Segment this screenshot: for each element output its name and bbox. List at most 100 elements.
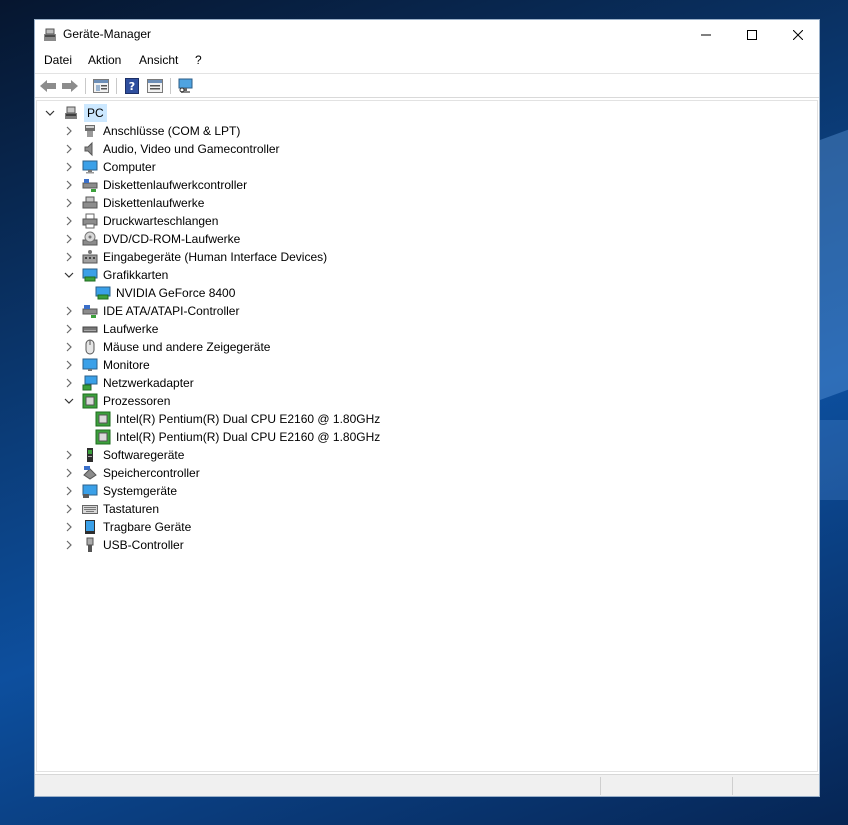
tree-category-row[interactable]: Laufwerke — [63, 320, 158, 338]
ide-controller-icon — [82, 303, 98, 319]
tree-item-label: Diskettenlaufwerke — [103, 196, 205, 210]
monitor-scan-icon — [178, 78, 193, 93]
tree-category-row[interactable]: Monitore — [63, 356, 150, 374]
chevron-down-icon[interactable] — [63, 392, 75, 410]
chevron-right-icon[interactable] — [63, 212, 75, 230]
tree-category-row[interactable]: USB-Controller — [63, 536, 184, 554]
chevron-right-icon[interactable] — [63, 536, 75, 554]
computer-icon — [82, 159, 98, 175]
chevron-right-icon[interactable] — [63, 464, 75, 482]
back-icon — [40, 80, 56, 92]
system-device-icon — [82, 483, 98, 499]
hid-icon — [82, 249, 98, 265]
show-view-button[interactable] — [145, 77, 165, 95]
tree-item-label: Druckwarteschlangen — [103, 214, 219, 228]
chevron-right-icon[interactable] — [63, 122, 75, 140]
menu-datei[interactable]: Datei — [44, 53, 72, 67]
chevron-right-icon[interactable] — [63, 320, 75, 338]
chevron-right-icon[interactable] — [63, 140, 75, 158]
scan-hardware-button[interactable] — [176, 77, 196, 95]
chevron-right-icon[interactable] — [63, 194, 75, 212]
tree-category-row[interactable]: Audio, Video und Gamecontroller — [63, 140, 280, 158]
tree-category-row[interactable]: Mäuse und andere Zeigegeräte — [63, 338, 270, 356]
tree-category-row[interactable]: Anschlüsse (COM & LPT) — [63, 122, 240, 140]
properties-button[interactable] — [91, 77, 111, 95]
forward-button[interactable] — [60, 77, 80, 95]
display-adapter-icon — [95, 285, 111, 301]
toolbar-separator — [170, 78, 171, 94]
tree-item-label: Speichercontroller — [103, 466, 200, 480]
tree-category-row[interactable]: Diskettenlaufwerke — [63, 194, 204, 212]
mouse-icon — [82, 339, 98, 355]
storage-controller-icon — [82, 465, 98, 481]
processor-icon — [95, 429, 111, 445]
close-button[interactable] — [775, 20, 821, 49]
tree-item-label: Laufwerke — [103, 322, 159, 336]
software-device-icon — [82, 447, 98, 463]
tree-category-row[interactable]: Tragbare Geräte — [63, 518, 191, 536]
chevron-right-icon[interactable] — [63, 446, 75, 464]
monitor-icon — [82, 357, 98, 373]
tree-category-row[interactable]: Systemgeräte — [63, 482, 177, 500]
chevron-down-icon[interactable] — [44, 104, 56, 122]
maximize-button[interactable] — [729, 20, 775, 49]
tree-category-row[interactable]: IDE ATA/ATAPI-Controller — [63, 302, 239, 320]
chevron-right-icon[interactable] — [63, 158, 75, 176]
tree-category-row[interactable]: Druckwarteschlangen — [63, 212, 218, 230]
port-icon — [82, 123, 98, 139]
keyboard-icon — [82, 501, 98, 517]
back-button[interactable] — [38, 77, 58, 95]
tree-category-row[interactable]: Diskettenlaufwerkcontroller — [63, 176, 247, 194]
device-manager-icon — [42, 27, 58, 43]
minimize-button[interactable] — [683, 20, 729, 49]
chevron-right-icon[interactable] — [63, 302, 75, 320]
chevron-right-icon[interactable] — [63, 500, 75, 518]
tree-item-label: Anschlüsse (COM & LPT) — [103, 124, 241, 138]
chevron-right-icon[interactable] — [63, 230, 75, 248]
tree-item-label: Softwaregeräte — [103, 448, 185, 462]
tree-category-row[interactable]: DVD/CD-ROM-Laufwerke — [63, 230, 240, 248]
menu-aktion[interactable]: Aktion — [88, 53, 121, 67]
tree-item-label: Mäuse und andere Zeigegeräte — [103, 340, 271, 354]
show-view-icon — [147, 79, 163, 93]
tree-device-row[interactable]: Intel(R) Pentium(R) Dual CPU E2160 @ 1.8… — [95, 428, 380, 446]
chevron-right-icon[interactable] — [63, 482, 75, 500]
chevron-right-icon[interactable] — [63, 374, 75, 392]
tree-category-row[interactable]: Eingabegeräte (Human Interface Devices) — [63, 248, 327, 266]
tree-root-pc[interactable]: PC — [44, 104, 107, 122]
close-icon — [793, 29, 803, 40]
title-bar[interactable]: Geräte-Manager — [35, 20, 819, 49]
tree-category-row[interactable]: Prozessoren — [63, 392, 170, 410]
chevron-right-icon[interactable] — [63, 338, 75, 356]
menu-ansicht[interactable]: Ansicht — [139, 53, 178, 67]
chevron-down-icon[interactable] — [63, 266, 75, 284]
tree-category-row[interactable]: Grafikkarten — [63, 266, 168, 284]
floppy-controller-icon — [82, 177, 98, 193]
tree-category-row[interactable]: Computer — [63, 158, 156, 176]
chevron-right-icon[interactable] — [63, 356, 75, 374]
device-tree[interactable]: PC Anschlüsse (COM & LPT) Audio, Video und… — [36, 100, 818, 772]
display-adapter-icon — [82, 267, 98, 283]
tree-item-label: PC — [84, 104, 107, 122]
maximize-icon — [747, 29, 757, 40]
chevron-right-icon[interactable] — [63, 248, 75, 266]
help-button[interactable]: ? — [122, 77, 142, 95]
tree-category-row[interactable]: Speichercontroller — [63, 464, 200, 482]
menu-help[interactable]: ? — [195, 53, 202, 67]
chevron-right-icon[interactable] — [63, 176, 75, 194]
desktop-light-ray — [820, 118, 848, 400]
status-bar — [35, 774, 819, 796]
tree-category-row[interactable]: Tastaturen — [63, 500, 159, 518]
status-separator — [600, 777, 601, 795]
tree-item-label: Tastaturen — [103, 502, 160, 516]
chevron-right-icon[interactable] — [63, 518, 75, 536]
printer-icon — [82, 213, 98, 229]
tree-category-row[interactable]: Softwaregeräte — [63, 446, 184, 464]
disk-drive-icon — [82, 321, 98, 337]
help-icon: ? — [125, 78, 139, 94]
tree-device-row[interactable]: Intel(R) Pentium(R) Dual CPU E2160 @ 1.8… — [95, 410, 380, 428]
tree-category-row[interactable]: Netzwerkadapter — [63, 374, 194, 392]
tree-item-label: Computer — [103, 160, 156, 174]
usb-icon — [82, 537, 98, 553]
tree-device-row[interactable]: NVIDIA GeForce 8400 — [95, 284, 235, 302]
